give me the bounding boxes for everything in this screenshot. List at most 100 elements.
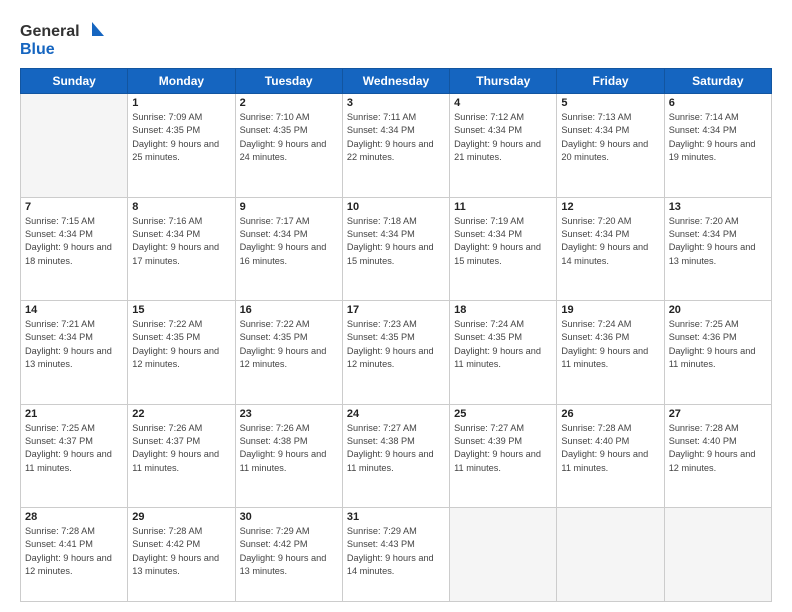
calendar-cell: 21 Sunrise: 7:25 AMSunset: 4:37 PMDayligh…	[21, 404, 128, 508]
day-number: 28	[25, 511, 123, 523]
calendar-cell: 30Sunrise: 7:29 AMSunset: 4:42 PMDayligh…	[235, 508, 342, 602]
day-number: 25	[454, 408, 552, 420]
day-info: Sunrise: 7:28 AMSunset: 4:40 PMDaylight:…	[669, 422, 767, 475]
calendar-cell: 3 Sunrise: 7:11 AMSunset: 4:34 PMDaylight…	[342, 94, 449, 198]
logo: GeneralBlue	[20, 18, 110, 60]
calendar-cell	[450, 508, 557, 602]
calendar-cell: 17 Sunrise: 7:23 AMSunset: 4:35 PMDayligh…	[342, 301, 449, 405]
day-number: 16	[240, 304, 338, 316]
day-number: 1	[132, 97, 230, 109]
day-number: 2	[240, 97, 338, 109]
day-number: 22	[132, 408, 230, 420]
day-info: Sunrise: 7:21 AMSunset: 4:34 PMDaylight:…	[25, 318, 123, 371]
day-info: Sunrise: 7:11 AMSunset: 4:34 PMDaylight:…	[347, 111, 445, 164]
day-number: 18	[454, 304, 552, 316]
day-header-wednesday: Wednesday	[342, 69, 449, 94]
calendar-table: SundayMondayTuesdayWednesdayThursdayFrid…	[20, 68, 772, 602]
day-number: 4	[454, 97, 552, 109]
day-info: Sunrise: 7:26 AMSunset: 4:38 PMDaylight:…	[240, 422, 338, 475]
day-info: Sunrise: 7:25 AMSunset: 4:36 PMDaylight:…	[669, 318, 767, 371]
day-number: 17	[347, 304, 445, 316]
day-info: Sunrise: 7:28 AMSunset: 4:40 PMDaylight:…	[561, 422, 659, 475]
calendar-week-row: 1Sunrise: 7:09 AMSunset: 4:35 PMDaylight…	[21, 94, 772, 198]
calendar-cell: 19 Sunrise: 7:24 AMSunset: 4:36 PMDayligh…	[557, 301, 664, 405]
calendar-cell: 11 Sunrise: 7:19 AMSunset: 4:34 PMDayligh…	[450, 197, 557, 301]
svg-text:General: General	[20, 23, 80, 40]
day-info: Sunrise: 7:15 AMSunset: 4:34 PMDaylight:…	[25, 215, 123, 268]
calendar-header-row: SundayMondayTuesdayWednesdayThursdayFrid…	[21, 69, 772, 94]
day-number: 27	[669, 408, 767, 420]
day-header-saturday: Saturday	[664, 69, 771, 94]
day-number: 21	[25, 408, 123, 420]
calendar-cell: 27 Sunrise: 7:28 AMSunset: 4:40 PMDayligh…	[664, 404, 771, 508]
day-info: Sunrise: 7:10 AMSunset: 4:35 PMDaylight:…	[240, 111, 338, 164]
day-info: Sunrise: 7:14 AMSunset: 4:34 PMDaylight:…	[669, 111, 767, 164]
day-info: Sunrise: 7:17 AMSunset: 4:34 PMDaylight:…	[240, 215, 338, 268]
day-header-tuesday: Tuesday	[235, 69, 342, 94]
calendar-week-row: 7 Sunrise: 7:15 AMSunset: 4:34 PMDaylight…	[21, 197, 772, 301]
calendar-cell	[664, 508, 771, 602]
calendar-cell: 1Sunrise: 7:09 AMSunset: 4:35 PMDaylight…	[128, 94, 235, 198]
day-info: Sunrise: 7:24 AMSunset: 4:36 PMDaylight:…	[561, 318, 659, 371]
day-info: Sunrise: 7:23 AMSunset: 4:35 PMDaylight:…	[347, 318, 445, 371]
day-number: 23	[240, 408, 338, 420]
calendar-cell: 31 Sunrise: 7:29 AMSunset: 4:43 PMDayligh…	[342, 508, 449, 602]
calendar-cell: 9 Sunrise: 7:17 AMSunset: 4:34 PMDaylight…	[235, 197, 342, 301]
day-number: 7	[25, 201, 123, 213]
calendar-cell: 10 Sunrise: 7:18 AMSunset: 4:34 PMDayligh…	[342, 197, 449, 301]
calendar-cell: 15Sunrise: 7:22 AMSunset: 4:35 PMDayligh…	[128, 301, 235, 405]
day-info: Sunrise: 7:16 AMSunset: 4:34 PMDaylight:…	[132, 215, 230, 268]
calendar-cell	[557, 508, 664, 602]
day-number: 9	[240, 201, 338, 213]
day-number: 5	[561, 97, 659, 109]
calendar-cell: 8Sunrise: 7:16 AMSunset: 4:34 PMDaylight…	[128, 197, 235, 301]
day-info: Sunrise: 7:12 AMSunset: 4:34 PMDaylight:…	[454, 111, 552, 164]
day-header-sunday: Sunday	[21, 69, 128, 94]
day-info: Sunrise: 7:20 AMSunset: 4:34 PMDaylight:…	[561, 215, 659, 268]
day-info: Sunrise: 7:27 AMSunset: 4:39 PMDaylight:…	[454, 422, 552, 475]
calendar-cell: 25 Sunrise: 7:27 AMSunset: 4:39 PMDayligh…	[450, 404, 557, 508]
day-header-thursday: Thursday	[450, 69, 557, 94]
day-info: Sunrise: 7:24 AMSunset: 4:35 PMDaylight:…	[454, 318, 552, 371]
calendar-cell: 23 Sunrise: 7:26 AMSunset: 4:38 PMDayligh…	[235, 404, 342, 508]
day-info: Sunrise: 7:19 AMSunset: 4:34 PMDaylight:…	[454, 215, 552, 268]
day-number: 12	[561, 201, 659, 213]
day-number: 3	[347, 97, 445, 109]
day-info: Sunrise: 7:22 AMSunset: 4:35 PMDaylight:…	[240, 318, 338, 371]
day-number: 26	[561, 408, 659, 420]
day-info: Sunrise: 7:25 AMSunset: 4:37 PMDaylight:…	[25, 422, 123, 475]
calendar-cell: 24 Sunrise: 7:27 AMSunset: 4:38 PMDayligh…	[342, 404, 449, 508]
day-info: Sunrise: 7:28 AMSunset: 4:41 PMDaylight:…	[25, 525, 123, 578]
calendar-cell: 14Sunrise: 7:21 AMSunset: 4:34 PMDayligh…	[21, 301, 128, 405]
calendar-cell: 28 Sunrise: 7:28 AMSunset: 4:41 PMDayligh…	[21, 508, 128, 602]
day-info: Sunrise: 7:29 AMSunset: 4:43 PMDaylight:…	[347, 525, 445, 578]
calendar-cell: 6 Sunrise: 7:14 AMSunset: 4:34 PMDaylight…	[664, 94, 771, 198]
day-info: Sunrise: 7:27 AMSunset: 4:38 PMDaylight:…	[347, 422, 445, 475]
day-info: Sunrise: 7:26 AMSunset: 4:37 PMDaylight:…	[132, 422, 230, 475]
day-number: 20	[669, 304, 767, 316]
day-info: Sunrise: 7:22 AMSunset: 4:35 PMDaylight:…	[132, 318, 230, 371]
day-info: Sunrise: 7:28 AMSunset: 4:42 PMDaylight:…	[132, 525, 230, 578]
day-number: 13	[669, 201, 767, 213]
svg-text:Blue: Blue	[20, 41, 55, 58]
day-number: 24	[347, 408, 445, 420]
page: GeneralBlue SundayMondayTuesdayWednesday…	[0, 0, 792, 612]
day-number: 30	[240, 511, 338, 523]
calendar-cell: 13Sunrise: 7:20 AMSunset: 4:34 PMDayligh…	[664, 197, 771, 301]
day-number: 6	[669, 97, 767, 109]
calendar-week-row: 28 Sunrise: 7:28 AMSunset: 4:41 PMDayligh…	[21, 508, 772, 602]
calendar-cell: 4 Sunrise: 7:12 AMSunset: 4:34 PMDaylight…	[450, 94, 557, 198]
calendar-cell: 18 Sunrise: 7:24 AMSunset: 4:35 PMDayligh…	[450, 301, 557, 405]
calendar-cell: 7 Sunrise: 7:15 AMSunset: 4:34 PMDaylight…	[21, 197, 128, 301]
day-number: 19	[561, 304, 659, 316]
day-number: 11	[454, 201, 552, 213]
day-number: 31	[347, 511, 445, 523]
day-number: 10	[347, 201, 445, 213]
calendar-cell: 26 Sunrise: 7:28 AMSunset: 4:40 PMDayligh…	[557, 404, 664, 508]
calendar-cell: 12 Sunrise: 7:20 AMSunset: 4:34 PMDayligh…	[557, 197, 664, 301]
calendar-cell	[21, 94, 128, 198]
header: GeneralBlue	[20, 18, 772, 60]
day-number: 29	[132, 511, 230, 523]
day-info: Sunrise: 7:18 AMSunset: 4:34 PMDaylight:…	[347, 215, 445, 268]
day-info: Sunrise: 7:13 AMSunset: 4:34 PMDaylight:…	[561, 111, 659, 164]
